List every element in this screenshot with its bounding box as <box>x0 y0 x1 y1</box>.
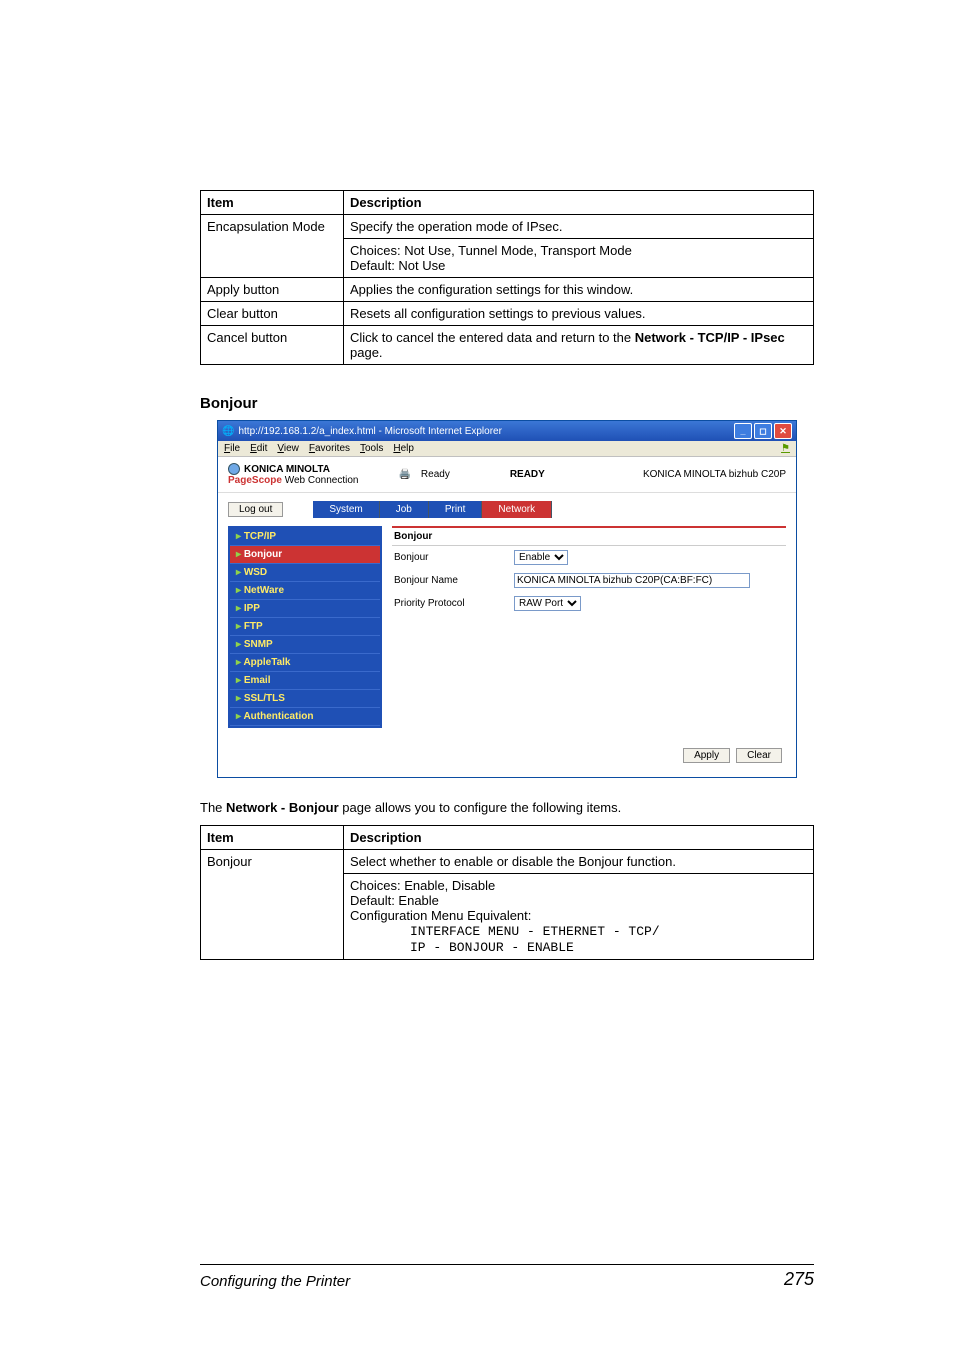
select-bonjour[interactable]: Enable <box>514 550 568 565</box>
logout-button[interactable]: Log out <box>228 502 283 517</box>
printer-icon: 🖨️ <box>398 469 410 480</box>
menu-tools[interactable]: Tools <box>360 443 383 454</box>
menu-edit[interactable]: Edit <box>250 443 267 454</box>
text: page allows you to configure the followi… <box>339 800 622 815</box>
sidebar-item-ssltls[interactable]: SSL/TLS <box>230 690 380 708</box>
td-item: Bonjour <box>201 850 344 960</box>
tab-print[interactable]: Print <box>429 501 483 518</box>
table-ipsec: Item Description Encapsulation Mode Spec… <box>200 190 814 365</box>
sidebar-item-email[interactable]: Email <box>230 672 380 690</box>
sidebar-item-wsd[interactable]: WSD <box>230 564 380 582</box>
td-desc: Choices: Not Use, Tunnel Mode, Transport… <box>344 239 814 278</box>
text: Network - Bonjour <box>226 800 339 815</box>
sidebar-item-authentication[interactable]: Authentication <box>230 708 380 726</box>
apply-button[interactable]: Apply <box>683 748 730 763</box>
th-desc: Description <box>344 191 814 215</box>
td-desc: Specify the operation mode of IPsec. <box>344 215 814 239</box>
menu-help[interactable]: Help <box>393 443 414 454</box>
brand-name: KONICA MINOLTA <box>244 464 330 475</box>
th-desc: Description <box>344 826 814 850</box>
td-desc: Resets all configuration settings to pre… <box>344 302 814 326</box>
ie-icon: 🌐 <box>222 426 234 437</box>
select-priority[interactable]: RAW Port <box>514 596 581 611</box>
td-desc: Select whether to enable or disable the … <box>344 850 814 874</box>
heading-bonjour: Bonjour <box>200 395 814 412</box>
ie-flag-icon: ⚑ <box>781 443 790 454</box>
menubar: File Edit View Favorites Tools Help ⚑ <box>218 441 796 457</box>
screenshot-bonjour: 🌐 http://192.168.1.2/a_index.html - Micr… <box>217 420 797 778</box>
sidebar-item-ipp[interactable]: IPP <box>230 600 380 618</box>
td-item: Cancel button <box>201 326 344 365</box>
text: Choices: Not Use, Tunnel Mode, Transport… <box>350 243 632 258</box>
tab-job[interactable]: Job <box>380 501 429 518</box>
pagescope-label: PageScope <box>228 475 282 486</box>
tab-system[interactable]: System <box>313 501 379 518</box>
footer-title: Configuring the Printer <box>200 1273 350 1290</box>
text: Configuration Menu Equivalent: <box>350 908 531 923</box>
menu-view[interactable]: View <box>277 443 299 454</box>
td-desc: Choices: Enable, Disable Default: Enable… <box>344 874 814 960</box>
brand-logo-icon <box>228 463 240 475</box>
menu-favorites[interactable]: Favorites <box>309 443 350 454</box>
field-label-bonjour-name: Bonjour Name <box>394 575 504 586</box>
td-desc: Applies the configuration settings for t… <box>344 278 814 302</box>
sidebar-item-ftp[interactable]: FTP <box>230 618 380 636</box>
minimize-button[interactable]: _ <box>734 423 752 439</box>
web-connection-label: Web Connection <box>282 475 359 486</box>
text: Choices: Enable, Disable <box>350 878 495 893</box>
panel-title: Bonjour <box>392 526 786 546</box>
code: INTERFACE MENU - ETHERNET - TCP/ <box>350 924 660 939</box>
th-item: Item <box>201 826 344 850</box>
code: IP - BONJOUR - ENABLE <box>350 940 574 955</box>
page-number: 275 <box>784 1269 814 1290</box>
text: Default: Not Use <box>350 258 445 273</box>
sidebar-item-appletalk[interactable]: AppleTalk <box>230 654 380 672</box>
close-button[interactable]: ✕ <box>774 423 792 439</box>
status-label: Ready <box>421 469 450 480</box>
table-bonjour: Item Description Bonjour Select whether … <box>200 825 814 960</box>
app-header: KONICA MINOLTA PageScope Web Connection … <box>218 457 796 493</box>
field-label-priority: Priority Protocol <box>394 598 504 609</box>
td-desc: Click to cancel the entered data and ret… <box>344 326 814 365</box>
window-titlebar: 🌐 http://192.168.1.2/a_index.html - Micr… <box>218 421 796 441</box>
ready-status: READY <box>510 469 545 480</box>
sidebar-item-bonjour[interactable]: Bonjour <box>230 546 380 564</box>
maximize-button[interactable]: ◻ <box>754 423 772 439</box>
field-label-bonjour: Bonjour <box>394 552 504 563</box>
clear-button[interactable]: Clear <box>736 748 782 763</box>
device-name: KONICA MINOLTA bizhub C20P <box>643 469 786 480</box>
sidebar: TCP/IP Bonjour WSD NetWare IPP FTP SNMP … <box>228 526 382 728</box>
input-bonjour-name[interactable] <box>514 573 750 588</box>
text: The <box>200 800 226 815</box>
tab-network[interactable]: Network <box>482 501 552 518</box>
text: Click to cancel the entered data and ret… <box>350 330 635 345</box>
sidebar-item-netware[interactable]: NetWare <box>230 582 380 600</box>
sidebar-item-tcpip[interactable]: TCP/IP <box>230 528 380 546</box>
menu-file[interactable]: File <box>224 443 240 454</box>
sidebar-item-snmp[interactable]: SNMP <box>230 636 380 654</box>
td-item: Clear button <box>201 302 344 326</box>
td-item: Apply button <box>201 278 344 302</box>
th-item: Item <box>201 191 344 215</box>
intro-text: The Network - Bonjour page allows you to… <box>200 800 814 815</box>
window-title: http://192.168.1.2/a_index.html - Micros… <box>238 426 734 437</box>
tab-bar: System Job Print Network <box>313 501 552 518</box>
text: Default: Enable <box>350 893 439 908</box>
page-footer: Configuring the Printer 275 <box>200 1264 814 1290</box>
td-item: Encapsulation Mode <box>201 215 344 278</box>
